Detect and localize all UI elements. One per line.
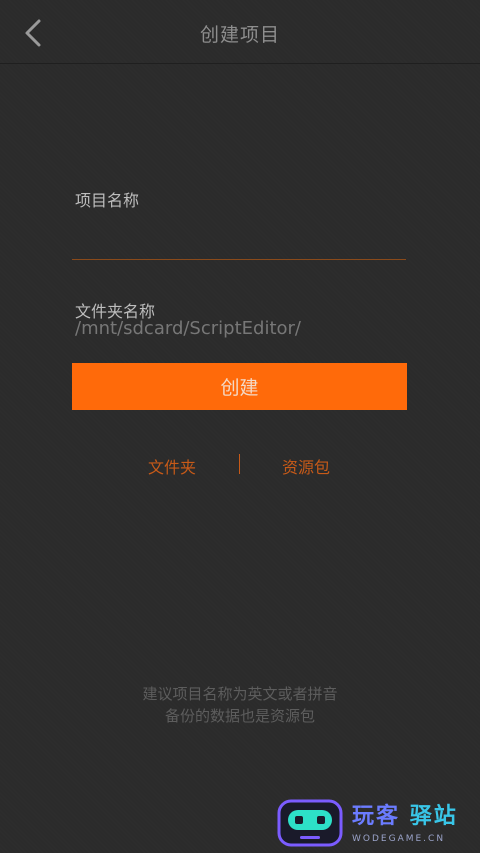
watermark-text-a: 玩客 bbox=[352, 804, 401, 829]
watermark-logo-text: 玩客 驿站 bbox=[352, 798, 458, 830]
link-divider bbox=[239, 454, 240, 474]
folder-path-text: /mnt/sdcard/ScriptEditor/ bbox=[75, 318, 301, 339]
project-name-label: 项目名称 bbox=[75, 191, 140, 210]
watermark-robot-icon bbox=[277, 799, 343, 847]
header-bar: 创建项目 bbox=[0, 0, 480, 64]
watermark-url: WODEGAME.CN bbox=[352, 834, 446, 844]
page-title: 创建项目 bbox=[199, 24, 280, 46]
hint-line-1: 建议项目名称为英文或者拼音 bbox=[142, 685, 338, 703]
create-button[interactable]: 创建 bbox=[72, 363, 407, 410]
folder-link[interactable]: 文件夹 bbox=[148, 454, 196, 478]
resource-pack-link[interactable]: 资源包 bbox=[282, 454, 330, 478]
create-project-screen: 创建项目 项目名称 文件夹名称 /mnt/sdcard/ScriptEditor… bbox=[0, 0, 480, 853]
hint-line-2: 备份的数据也是资源包 bbox=[164, 707, 315, 725]
watermark-text-b: 驿站 bbox=[409, 804, 458, 829]
project-name-input[interactable] bbox=[72, 226, 406, 260]
